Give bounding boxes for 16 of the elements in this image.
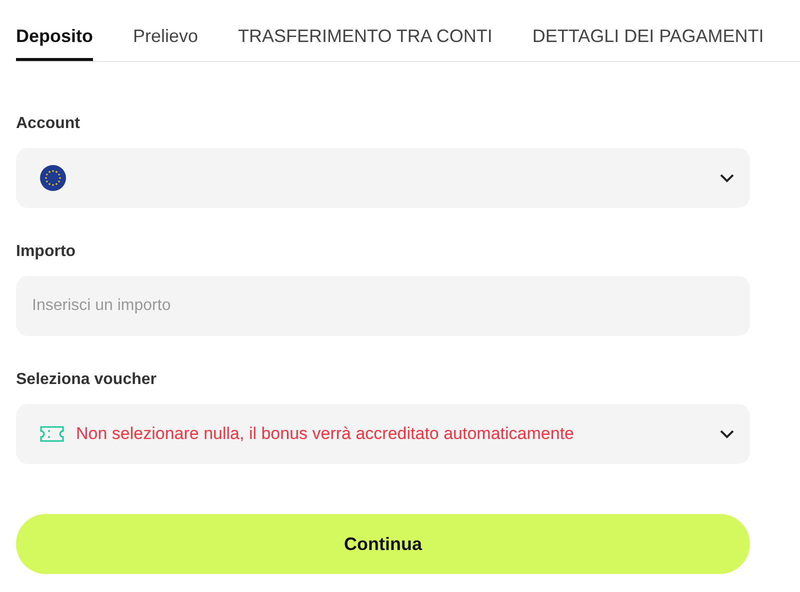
tab[interactable]: Deposito [16,0,94,61]
eu-flag-icon [40,165,66,191]
tab[interactable]: TRASFERIMENTO TRA CONTI [238,0,492,61]
field-label: Importo [16,242,76,262]
dropdown[interactable]: Non selezionare nulla, il bonus verrà accreditato automaticamente [16,404,750,464]
chevron-down-icon [720,174,734,182]
tab[interactable]: Prelievo [133,0,198,61]
selected-value: Non selezionare nulla, il bonus verrà accreditato automaticamente [76,423,575,446]
amount-field[interactable]: Inserisci un importo [16,276,750,336]
tab[interactable]: DETTAGLI DEI PAGAMENTI [532,0,764,61]
field-label: Account [16,114,80,134]
field-label: Seleziona voucher [16,370,156,390]
ticket-icon [40,426,64,442]
dropdown[interactable] [16,148,750,208]
chevron-down-icon [720,430,734,438]
continue-button[interactable]: Continua [16,514,750,574]
